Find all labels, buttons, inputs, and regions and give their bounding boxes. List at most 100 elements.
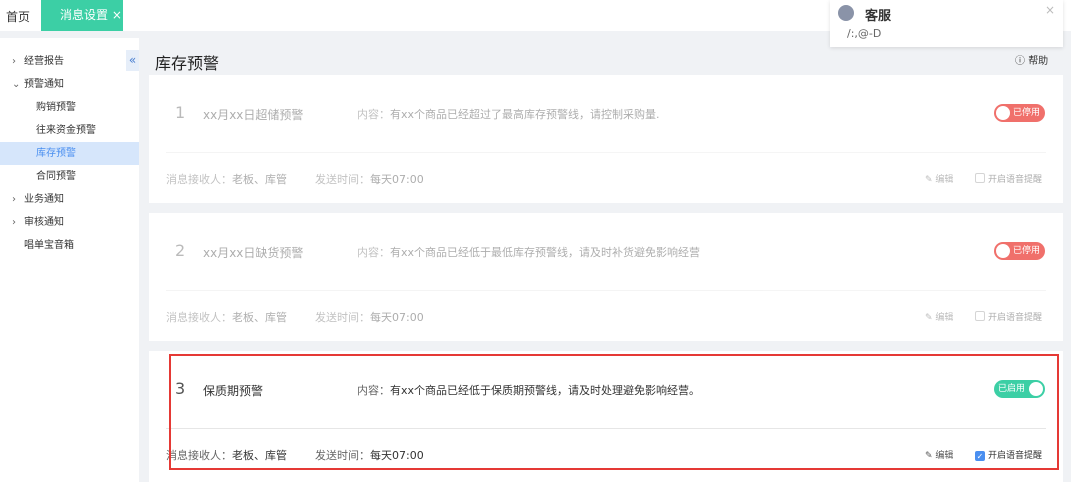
tab-label: 消息设置	[60, 8, 109, 22]
sidebar-item-label: 经营报告	[24, 56, 64, 67]
toggle-knob	[996, 244, 1010, 258]
sidebar-item-approval-notice[interactable]: › 审核通知	[0, 211, 139, 234]
send-time-label: 发送时间：	[315, 311, 370, 324]
receivers-label: 消息接收人：	[166, 311, 232, 324]
help-label: 帮助	[1028, 56, 1049, 67]
edit-label: 编辑	[935, 313, 954, 323]
card-name: 保质期预警	[203, 384, 264, 398]
voice-label: 开启语音提醒	[988, 313, 1043, 323]
sidebar-item-label: 审核通知	[24, 217, 64, 228]
sidebar-item-purchase-sales-alert[interactable]: 购销预警	[0, 96, 139, 119]
close-icon[interactable]: ×	[1045, 3, 1055, 17]
receivers-value: 老板、库管	[232, 173, 287, 186]
receivers-label: 消息接收人：	[166, 173, 232, 186]
send-time: 发送时间：每天07:00	[315, 171, 424, 187]
status-toggle[interactable]: 已启用	[994, 380, 1045, 398]
voice-label: 开启语音提醒	[988, 451, 1043, 461]
tab-home[interactable]: 首页	[6, 8, 30, 25]
toggle-knob	[1029, 382, 1043, 396]
content-label: 内容：	[357, 246, 390, 259]
sidebar-item-label: 购销预警	[36, 102, 76, 113]
divider	[166, 428, 1046, 429]
sidebar-item-label: 往来资金预警	[36, 125, 96, 136]
collapse-sidebar-button[interactable]: «	[126, 50, 139, 71]
voice-reminder-checkbox[interactable]: ✓ 开启语音提醒	[975, 448, 1042, 461]
card-number: 3	[175, 379, 186, 398]
content-value: 有xx个商品已经低于最低库存预警线，请及时补货避免影响经营	[390, 246, 701, 259]
edit-button[interactable]: ✎ 编辑	[925, 448, 953, 461]
sidebar-item-business-report[interactable]: › 经营报告	[0, 50, 139, 73]
sidebar-item-label: 预警通知	[24, 79, 64, 90]
sidebar-item-label: 唱单宝音箱	[24, 240, 74, 251]
status-toggle[interactable]: 已停用	[994, 242, 1045, 260]
sidebar-item-funds-alert[interactable]: 往来资金预警	[0, 119, 139, 142]
voice-reminder-checkbox[interactable]: 开启语音提醒	[975, 310, 1042, 323]
content-label: 内容：	[357, 384, 390, 397]
chevron-right-icon: ›	[12, 217, 16, 228]
edit-icon: ✎	[925, 175, 933, 185]
card-name: xx月xx日缺货预警	[203, 246, 304, 260]
send-time-value: 每天07:00	[370, 449, 424, 462]
edit-label: 编辑	[935, 175, 954, 185]
sidebar-item-contract-alert[interactable]: 合同预警	[0, 165, 139, 188]
card-number: 1	[175, 103, 186, 122]
sidebar-item-speaker[interactable]: 唱单宝音箱	[0, 234, 139, 257]
status-label: 已启用	[998, 384, 1026, 394]
popup-title: 客服	[865, 9, 892, 24]
receivers: 消息接收人：老板、库管	[166, 171, 287, 187]
receivers-value: 老板、库管	[232, 311, 287, 324]
voice-reminder-checkbox[interactable]: 开启语音提醒	[975, 172, 1042, 185]
sidebar-item-label: 业务通知	[24, 194, 64, 205]
send-time: 发送时间：每天07:00	[315, 309, 424, 325]
voice-label: 开启语音提醒	[988, 175, 1043, 185]
customer-service-popup: 客服 /:,@-D ×	[830, 0, 1063, 47]
divider	[166, 290, 1046, 291]
sidebar-item-label: 合同预警	[36, 171, 76, 182]
edit-button[interactable]: ✎ 编辑	[925, 310, 953, 323]
checkbox-icon: ✓	[975, 451, 985, 461]
card-name: xx月xx日超储预警	[203, 108, 304, 122]
content-value: 有xx个商品已经低于保质期预警线，请及时处理避免影响经营。	[390, 384, 701, 397]
tab-message-settings[interactable]: 消息设置 ×	[41, 0, 123, 31]
send-time-label: 发送时间：	[315, 173, 370, 186]
edit-button[interactable]: ✎ 编辑	[925, 172, 953, 185]
content-label: 内容：	[357, 108, 390, 121]
send-time-value: 每天07:00	[370, 311, 424, 324]
status-toggle[interactable]: 已停用	[994, 104, 1045, 122]
status-label: 已停用	[1013, 246, 1041, 256]
card-content: 内容：有xx个商品已经超过了最高库存预警线，请控制采购量.	[357, 106, 660, 122]
send-time-value: 每天07:00	[370, 173, 424, 186]
receivers-label: 消息接收人：	[166, 449, 232, 462]
page-title: 库存预警	[155, 54, 220, 73]
question-circle-icon: ⓘ	[1015, 56, 1025, 67]
sidebar-item-label: 库存预警	[36, 148, 76, 159]
help-link[interactable]: ⓘ 帮助	[1015, 52, 1048, 67]
sidebar: › 经营报告 ⌄ 预警通知 购销预警 往来资金预警 库存预警 合同预警 › 业务通知 …	[0, 38, 139, 482]
chevron-down-icon: ⌄	[12, 79, 21, 90]
toggle-knob	[996, 106, 1010, 120]
alert-card: 3 保质期预警 内容：有xx个商品已经低于保质期预警线，请及时处理避免影响经营。…	[149, 351, 1063, 482]
edit-label: 编辑	[935, 451, 954, 461]
alert-card: 2 xx月xx日缺货预警 内容：有xx个商品已经低于最低库存预警线，请及时补货避…	[149, 213, 1063, 341]
receivers-value: 老板、库管	[232, 449, 287, 462]
edit-icon: ✎	[925, 451, 933, 461]
sidebar-item-business-notice[interactable]: › 业务通知	[0, 188, 139, 211]
checkbox-icon	[975, 173, 985, 183]
card-number: 2	[175, 241, 186, 260]
sidebar-item-alerts[interactable]: ⌄ 预警通知	[0, 73, 139, 96]
headset-avatar-icon	[838, 5, 854, 21]
divider	[166, 152, 1046, 153]
sidebar-item-inventory-alert[interactable]: 库存预警	[0, 142, 139, 165]
send-time-label: 发送时间：	[315, 449, 370, 462]
alert-card: 1 xx月xx日超储预警 内容：有xx个商品已经超过了最高库存预警线，请控制采购…	[149, 75, 1063, 203]
receivers: 消息接收人：老板、库管	[166, 309, 287, 325]
card-content: 内容：有xx个商品已经低于保质期预警线，请及时处理避免影响经营。	[357, 382, 700, 398]
edit-icon: ✎	[925, 313, 933, 323]
close-icon[interactable]: ×	[112, 8, 122, 22]
chevron-right-icon: ›	[12, 56, 16, 67]
status-label: 已停用	[1013, 108, 1041, 118]
content-value: 有xx个商品已经超过了最高库存预警线，请控制采购量.	[390, 108, 660, 121]
receivers: 消息接收人：老板、库管	[166, 447, 287, 463]
checkbox-icon	[975, 311, 985, 321]
popup-message: /:,@-D	[847, 27, 882, 40]
